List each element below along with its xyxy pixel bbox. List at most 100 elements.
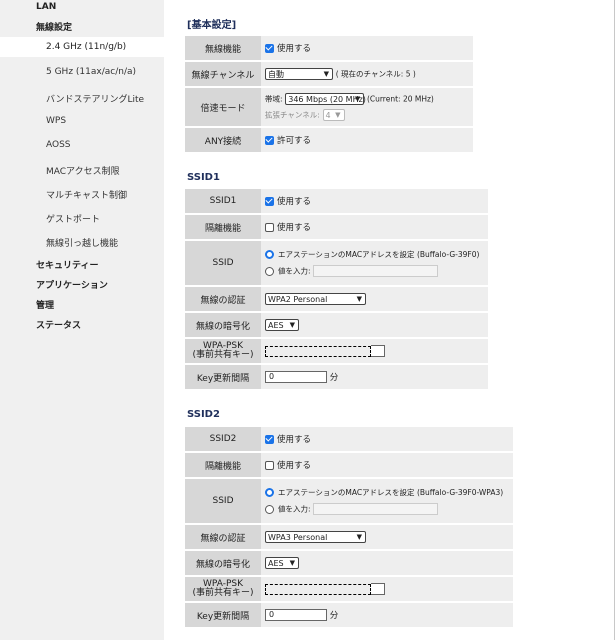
basic-settings-title: [基本設定] xyxy=(187,20,237,31)
ssid1-key-input[interactable]: 0 xyxy=(265,371,327,384)
ssid1-key-label: Key更新間隔 xyxy=(185,365,261,389)
ssid1-enable-checkbox[interactable] xyxy=(265,197,274,206)
main-content: [基本設定] 無線機能 使用する 無線チャンネル 自動 ▼ ( 現在のチャンネル:… xyxy=(164,0,614,640)
ssid1-custom-input[interactable] xyxy=(313,265,439,277)
ssid1-custom-text: 値を入力: xyxy=(278,266,311,276)
ssid2-key-unit: 分 xyxy=(329,610,339,621)
sidebar-item-aoss[interactable]: AOSS xyxy=(46,140,71,150)
any-connection-label: ANY接続 xyxy=(185,128,261,152)
ext-channel-label: 拡張チャンネル: xyxy=(265,110,320,120)
ssid2-enc-cell: AES ▼ xyxy=(261,551,513,575)
wireless-function-label: 無線機能 xyxy=(185,36,261,60)
ssid1-custom-radio[interactable] xyxy=(265,266,274,276)
ssid2-table: SSID2 使用する 隔離機能 使用する SSID エアステーションのMACアド… xyxy=(185,425,513,629)
ssid2-enc-select[interactable]: AES ▼ xyxy=(265,557,299,569)
ssid2-isolation-text: 使用する xyxy=(277,461,312,471)
ssid2-enc-label: 無線の暗号化 xyxy=(185,551,261,575)
ssid1-enable-label: SSID1 xyxy=(185,189,261,213)
sidebar-item-5ghz[interactable]: 5 GHz (11ax/ac/n/a) xyxy=(46,67,136,77)
channel-label: 無線チャンネル xyxy=(185,62,261,86)
ssid2-ssid-cell: エアステーションのMACアドレスを設定 (Buffalo-G-39F0-WPA3… xyxy=(261,479,513,523)
chevron-down-icon: ▼ xyxy=(354,95,361,103)
sidebar-item-status[interactable]: ステータス xyxy=(36,318,81,331)
ssid1-title: SSID1 xyxy=(187,172,220,183)
basic-settings-table: 無線機能 使用する 無線チャンネル 自動 ▼ ( 現在のチャンネル: 5 ) 倍速… xyxy=(185,34,473,154)
sidebar-item-wireless-migration[interactable]: 無線引っ越し機能 xyxy=(46,236,118,249)
wireless-function-cell: 使用する xyxy=(261,36,473,60)
ssid1-psk-label: WPA-PSK (事前共有キー) xyxy=(185,339,261,363)
sidebar-item-security[interactable]: セキュリティー xyxy=(36,258,98,271)
sidebar-item-wps[interactable]: WPS xyxy=(46,116,66,126)
ext-channel-select[interactable]: 4 ▼ xyxy=(322,109,345,121)
ssid2-psk-input[interactable] xyxy=(265,583,371,595)
channel-current-text: ( 現在のチャンネル: 5 ) xyxy=(335,69,416,79)
ssid2-custom-text: 値を入力: xyxy=(278,504,311,514)
ssid2-enable-label: SSID2 xyxy=(185,427,261,451)
ssid1-key-cell: 0 分 xyxy=(261,365,488,389)
chevron-down-icon: ▼ xyxy=(289,321,295,329)
sidebar-item-multicast[interactable]: マルチキャスト制御 xyxy=(46,188,127,201)
ssid2-custom-radio[interactable] xyxy=(265,504,274,514)
ssid2-custom-input[interactable] xyxy=(313,503,439,515)
chevron-down-icon: ▼ xyxy=(356,533,362,541)
sidebar-item-admin[interactable]: 管理 xyxy=(36,298,54,311)
ssid2-key-cell: 0 分 xyxy=(261,603,513,627)
ssid2-psk-label: WPA-PSK (事前共有キー) xyxy=(185,577,261,601)
ssid2-auth-select[interactable]: WPA3 Personal ▼ xyxy=(265,531,366,543)
sidebar-item-lan[interactable]: LAN xyxy=(36,2,56,12)
wireless-function-text: 使用する xyxy=(277,44,312,54)
bandwidth-current-text: (Current: 20 MHz) xyxy=(366,94,434,104)
ssid1-isolation-text: 使用する xyxy=(277,223,312,233)
ssid2-isolation-cell: 使用する xyxy=(261,453,513,477)
ssid1-auth-select[interactable]: WPA2 Personal ▼ xyxy=(265,293,366,305)
sidebar-item-24ghz[interactable]: 2.4 GHz (11n/g/b) xyxy=(0,37,164,57)
ssid1-auth-cell: WPA2 Personal ▼ xyxy=(261,287,488,311)
any-connection-text: 許可する xyxy=(277,136,312,146)
ssid2-enable-text: 使用する xyxy=(277,435,312,445)
ssid2-isolation-label: 隔離機能 xyxy=(185,453,261,477)
ssid2-isolation-checkbox[interactable] xyxy=(265,461,274,470)
speed-mode-cell: 帯域: 346 Mbps (20 MHz) ▼ (Current: 20 MHz)… xyxy=(261,88,473,126)
ssid1-isolation-cell: 使用する xyxy=(261,215,488,239)
ssid1-key-unit: 分 xyxy=(329,372,339,383)
ssid2-auth-label: 無線の認証 xyxy=(185,525,261,549)
ssid1-mac-radio[interactable] xyxy=(265,250,274,259)
ssid1-psk-input[interactable] xyxy=(265,345,371,357)
sidebar-item-application[interactable]: アプリケーション xyxy=(36,278,108,291)
ssid2-key-input[interactable]: 0 xyxy=(265,609,327,622)
chevron-down-icon: ▼ xyxy=(335,111,341,119)
ssid1-psk-input-tail xyxy=(371,345,385,357)
ssid2-mac-radio[interactable] xyxy=(265,488,274,497)
sidebar-item-wireless[interactable]: 無線設定 xyxy=(36,20,72,33)
bandwidth-prefix: 帯域: xyxy=(265,94,283,104)
sidebar-item-label: 2.4 GHz (11n/g/b) xyxy=(46,42,127,52)
ssid2-psk-cell xyxy=(261,577,513,601)
sidebar-item-guest-port[interactable]: ゲストポート xyxy=(46,212,100,225)
sidebar-item-band-steering[interactable]: バンドステアリングLite xyxy=(46,92,144,105)
any-connection-cell: 許可する xyxy=(261,128,473,152)
chevron-down-icon: ▼ xyxy=(289,559,295,567)
ssid2-enable-checkbox[interactable] xyxy=(265,435,274,444)
ssid1-auth-label: 無線の認証 xyxy=(185,287,261,311)
sidebar-item-mac-filter[interactable]: MACアクセス制限 xyxy=(46,164,120,177)
bandwidth-select[interactable]: 346 Mbps (20 MHz) ▼ xyxy=(285,93,366,105)
ssid2-enable-cell: 使用する xyxy=(261,427,513,451)
chevron-down-icon: ▼ xyxy=(356,295,362,303)
ssid2-auth-cell: WPA3 Personal ▼ xyxy=(261,525,513,549)
ssid1-enable-text: 使用する xyxy=(277,197,312,207)
ssid1-psk-cell xyxy=(261,339,488,363)
chevron-down-icon: ▼ xyxy=(323,70,329,78)
ssid2-psk-input-tail xyxy=(371,583,385,595)
channel-select[interactable]: 自動 ▼ xyxy=(265,68,333,80)
ssid2-ssid-label: SSID xyxy=(185,479,261,523)
channel-cell: 自動 ▼ ( 現在のチャンネル: 5 ) xyxy=(261,62,473,86)
sidebar: LAN 無線設定 2.4 GHz (11n/g/b) 5 GHz (11ax/a… xyxy=(0,0,164,640)
any-connection-checkbox[interactable] xyxy=(265,136,274,145)
ssid1-enc-cell: AES ▼ xyxy=(261,313,488,337)
ssid1-enc-select[interactable]: AES ▼ xyxy=(265,319,299,331)
ssid1-isolation-checkbox[interactable] xyxy=(265,223,274,232)
ssid1-enable-cell: 使用する xyxy=(261,189,488,213)
speed-mode-label: 倍速モード xyxy=(185,88,261,126)
wireless-function-checkbox[interactable] xyxy=(265,44,274,53)
ssid1-ssid-cell: エアステーションのMACアドレスを設定 (Buffalo-G-39F0) 値を入… xyxy=(261,241,488,285)
